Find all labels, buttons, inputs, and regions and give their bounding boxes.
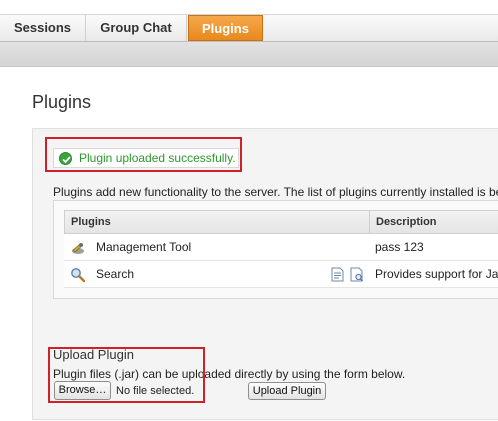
plugin-description: pass 123 <box>375 240 424 254</box>
table-header: Plugins Description <box>64 210 498 235</box>
highlight-box-upload <box>48 347 205 403</box>
column-divider <box>369 211 370 235</box>
tab-plugins[interactable]: Plugins <box>188 15 263 41</box>
highlight-box-success <box>45 137 242 172</box>
tab-sessions[interactable]: Sessions <box>0 15 86 41</box>
upload-plugin-button[interactable]: Upload Plugin <box>248 382 326 400</box>
table-row[interactable]: Management Tool pass 123 <box>64 234 498 261</box>
readme-document-icon[interactable] <box>331 267 344 282</box>
plugin-description: Provides support for Ja <box>375 267 498 281</box>
plugin-name: Search <box>96 267 135 281</box>
plugin-name: Management Tool <box>96 240 192 254</box>
page-title: Plugins <box>32 92 92 112</box>
column-header-description: Description <box>376 216 437 228</box>
table-row[interactable]: Search Provides support for Ja <box>64 261 498 288</box>
tools-icon <box>70 240 86 256</box>
sub-nav-bar <box>0 41 498 67</box>
column-header-plugins: Plugins <box>71 216 111 228</box>
plugins-intro-text: Plugins add new functionality to the ser… <box>53 185 498 199</box>
tab-group-chat[interactable]: Group Chat <box>86 15 187 41</box>
changelog-document-icon[interactable] <box>350 267 364 282</box>
search-icon <box>70 267 86 283</box>
main-tab-bar: Sessions Group Chat Plugins <box>0 14 498 41</box>
